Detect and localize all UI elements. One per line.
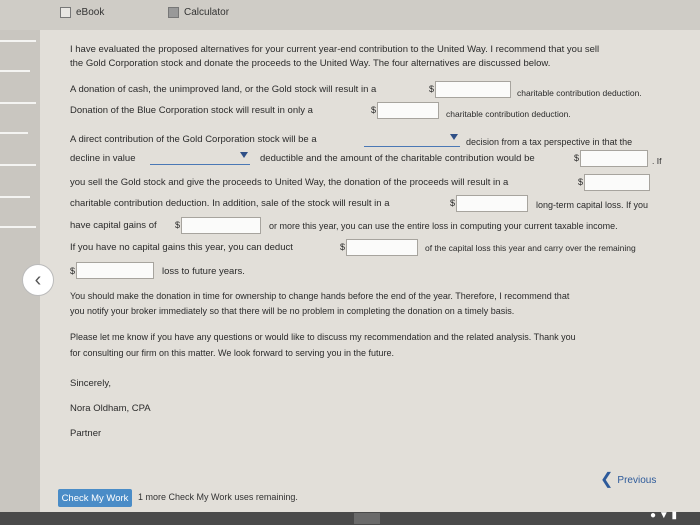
decline-after-text: . If	[652, 156, 662, 166]
dollar-sign: $	[371, 105, 377, 115]
calculator-icon	[168, 7, 179, 18]
charitable-after-text: long-term capital loss. If you	[536, 200, 649, 210]
tab-calculator-label: Calculator	[184, 7, 230, 18]
check-remaining-text: 1 more Check My Work uses remaining.	[138, 492, 298, 502]
paragraph-questions-line2: for consulting our firm on this matter. …	[70, 348, 394, 358]
capital-loss-input[interactable]	[456, 195, 528, 212]
paragraph-intro-line2: the Gold Corporation stock and donate th…	[70, 58, 551, 69]
dropdown-arrow-icon	[240, 152, 248, 158]
direct-contribution-dropdown[interactable]	[364, 131, 460, 147]
blue-stock-text: Donation of the Blue Corporation stock w…	[70, 105, 313, 116]
tab-calculator[interactable]: Calculator	[168, 7, 229, 18]
chevron-left-icon: ❮	[600, 471, 614, 488]
dollar-sign: $	[340, 242, 346, 252]
proceeds-donation-input[interactable]	[584, 174, 650, 191]
previous-label: Previous	[617, 474, 657, 486]
blue-stock-deduction-input[interactable]	[377, 102, 439, 119]
top-bar: eBook Calculator	[0, 0, 700, 31]
chevron-left-icon: ‹	[34, 268, 42, 291]
paragraph-intro-line1: I have evaluated the proposed alternativ…	[70, 44, 600, 55]
taskbar-button[interactable]	[354, 513, 380, 524]
deductible-loss-input[interactable]	[346, 239, 418, 256]
no-gains-after-text: of the capital loss this year and carry …	[425, 243, 636, 253]
paragraph-broker-line1: You should make the donation in time for…	[70, 291, 570, 301]
strip-line	[0, 226, 36, 228]
dollar-sign: $	[574, 153, 580, 163]
signer-title: Partner	[70, 428, 102, 439]
closing-sincerely: Sincerely,	[70, 378, 112, 389]
strip-line	[0, 164, 36, 166]
tab-ebook-label: eBook	[76, 7, 105, 18]
letter-content: I have evaluated the proposed alternativ…	[40, 30, 700, 525]
tab-ebook[interactable]: eBook	[60, 7, 104, 18]
direct-contribution-after-text: decision from a tax perspective in that …	[466, 137, 633, 147]
blue-stock-after-text: charitable contribution deduction.	[446, 109, 571, 119]
no-gains-text: If you have no capital gains this year, …	[70, 242, 293, 253]
strip-line	[0, 70, 30, 72]
system-tray: ● ▼ ▮	[650, 510, 677, 521]
capital-gains-after-text: or more this year, you can use the entir…	[269, 221, 618, 231]
strip-line	[0, 132, 28, 134]
strip-line	[0, 40, 36, 42]
charitable-deduction-text: charitable contribution deduction. In ad…	[70, 198, 390, 209]
decline-middle-text: deductible and the amount of the charita…	[260, 153, 535, 164]
donation-deduction-input[interactable]	[435, 81, 511, 98]
charitable-contribution-input[interactable]	[580, 150, 648, 167]
dollar-sign: $	[429, 84, 435, 94]
capital-gains-text: have capital gains of	[70, 220, 157, 231]
sell-stock-text: you sell the Gold stock and give the pro…	[70, 177, 509, 188]
dollar-sign: $	[578, 177, 584, 187]
carryover-text: loss to future years.	[162, 266, 245, 277]
strip-line	[0, 196, 30, 198]
capital-gains-input[interactable]	[181, 217, 261, 234]
check-my-work-button[interactable]: Check My Work	[58, 489, 132, 507]
paragraph-broker-line2: you notify your broker immediately so th…	[70, 306, 515, 316]
signer-name: Nora Oldham, CPA	[70, 403, 151, 414]
taskbar	[0, 512, 700, 525]
book-icon	[60, 7, 71, 18]
carryover-loss-input[interactable]	[76, 262, 154, 279]
dollar-sign: $	[175, 220, 181, 230]
strip-line	[0, 102, 36, 104]
donation-after-text: charitable contribution deduction.	[517, 88, 642, 98]
donation-text: A donation of cash, the unimproved land,…	[70, 84, 377, 95]
dollar-sign: $	[70, 266, 76, 276]
decline-deductible-dropdown[interactable]	[150, 149, 250, 165]
dropdown-arrow-icon	[450, 134, 458, 140]
decline-text: decline in value	[70, 153, 136, 164]
direct-contribution-text: A direct contribution of the Gold Corpor…	[70, 134, 317, 145]
paragraph-questions-line1: Please let me know if you have any quest…	[70, 332, 576, 342]
dollar-sign: $	[450, 198, 456, 208]
previous-button[interactable]: ❮ Previous	[600, 472, 656, 488]
back-button[interactable]: ‹	[22, 264, 54, 296]
